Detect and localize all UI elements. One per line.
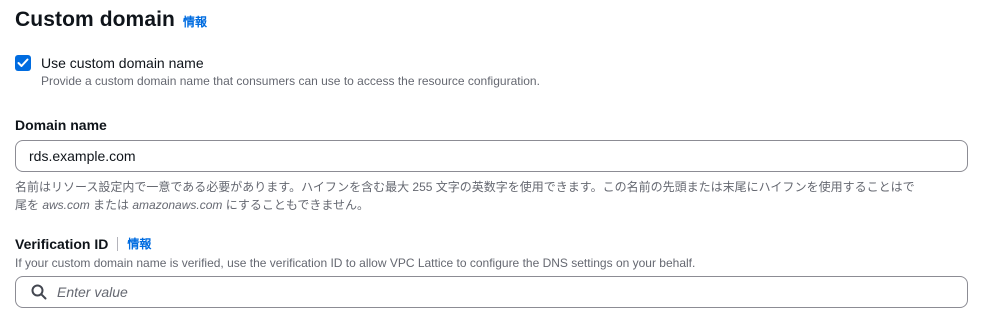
verification-id-info-link[interactable]: 情報 [127, 235, 151, 252]
checkbox-text: Use custom domain name Provide a custom … [41, 54, 540, 89]
section-header: Custom domain 情報 [15, 0, 1008, 38]
constraint-prefix: 尾を [15, 198, 43, 212]
constraint-domain-aws: aws.com [42, 198, 90, 212]
constraint-suffix: にすることもできません。 [222, 198, 370, 212]
domain-name-constraint-line2: 尾を aws.com または amazonaws.com にすることもできません… [15, 196, 915, 214]
domain-name-constraint-text: 名前はリソース設定内で一意である必要があります。ハイフンを含む最大 255 文字… [15, 178, 915, 214]
domain-name-label: Domain name [15, 117, 107, 133]
verification-id-description: If your custom domain name is verified, … [15, 256, 696, 270]
verification-id-input[interactable]: Enter value [15, 276, 968, 308]
check-icon [17, 58, 29, 67]
verification-id-label: Verification ID [15, 235, 109, 252]
custom-domain-checkbox[interactable] [15, 55, 31, 71]
section-title: Custom domain [15, 8, 175, 31]
custom-domain-panel: Custom domain 情報 Use custom domain name … [0, 0, 1008, 325]
verification-id-placeholder: Enter value [57, 284, 128, 300]
constraint-middle: または [89, 198, 133, 212]
section-info-link[interactable]: 情報 [183, 13, 207, 30]
domain-name-value: rds.example.com [29, 148, 136, 164]
label-divider [117, 236, 119, 251]
domain-name-constraint-line1: 名前はリソース設定内で一意である必要があります。ハイフンを含む最大 255 文字… [15, 180, 915, 194]
domain-name-input[interactable]: rds.example.com [15, 140, 968, 172]
constraint-domain-amazonaws: amazonaws.com [132, 198, 223, 212]
verification-id-label-row: Verification ID 情報 [15, 235, 151, 252]
custom-domain-checkbox-label[interactable]: Use custom domain name [41, 54, 540, 72]
custom-domain-checkbox-description: Provide a custom domain name that consum… [41, 74, 540, 88]
custom-domain-checkbox-row: Use custom domain name Provide a custom … [15, 54, 540, 89]
search-icon [30, 283, 48, 301]
